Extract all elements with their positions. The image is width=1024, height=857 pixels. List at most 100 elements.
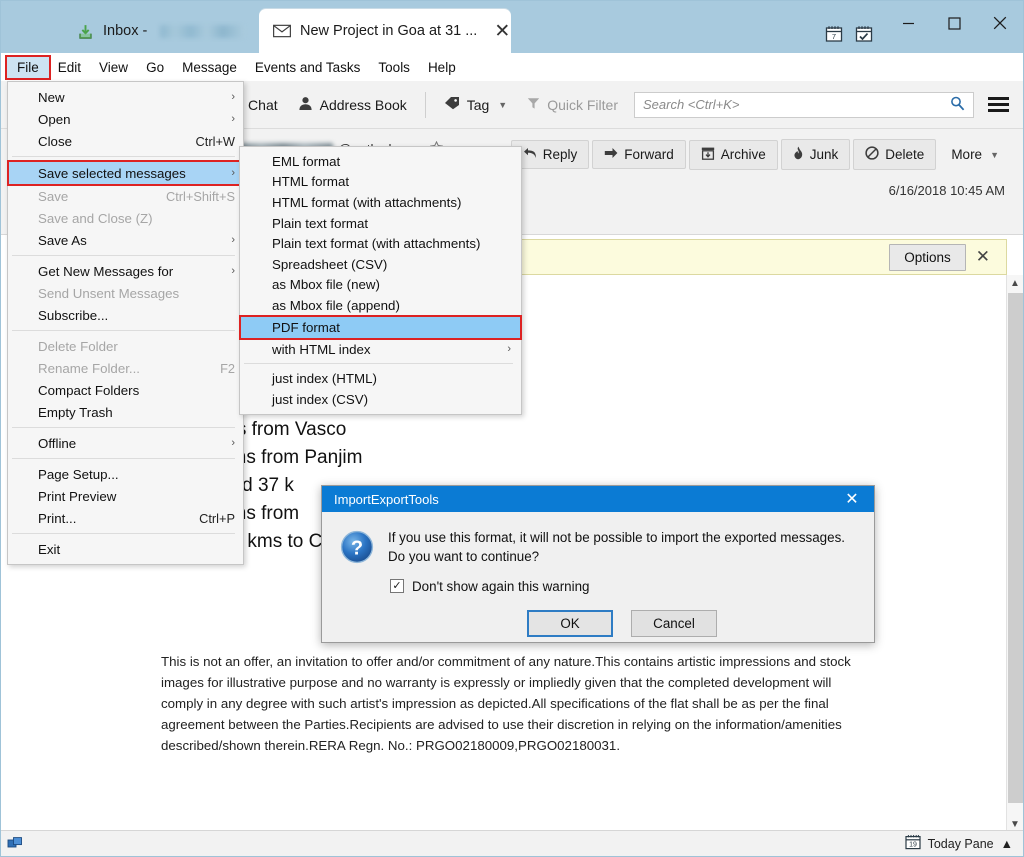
reply-button[interactable]: Reply bbox=[510, 140, 590, 169]
dialog-message-line2: Do you want to continue? bbox=[388, 549, 540, 565]
archive-button[interactable]: Archive bbox=[688, 139, 778, 170]
tag-button[interactable]: Tag ▼ bbox=[434, 91, 518, 118]
menubar-item-go[interactable]: Go bbox=[137, 57, 173, 78]
menu-divider bbox=[12, 427, 235, 428]
dialog-message: If you use this format, it will not be p… bbox=[388, 528, 856, 567]
menubar-item-file[interactable]: File bbox=[5, 54, 51, 80]
file-menu-item-subscribe[interactable]: Subscribe... bbox=[8, 304, 243, 326]
submenu-item-html-format[interactable]: HTML format bbox=[240, 172, 521, 193]
today-pane-toggle[interactable]: 19 Today Pane ▲ bbox=[904, 834, 1023, 853]
dialog-title-bar: ImportExportTools ✕ bbox=[322, 486, 874, 512]
delete-button-label: Delete bbox=[885, 147, 925, 162]
file-menu-item-offline[interactable]: Offline › bbox=[8, 432, 243, 454]
quick-filter-button[interactable]: Quick Filter bbox=[517, 92, 628, 118]
menubar-item-tools[interactable]: Tools bbox=[369, 57, 419, 78]
menubar-item-edit[interactable]: Edit bbox=[49, 57, 90, 78]
submenu-item-pdf-format[interactable]: PDF format bbox=[239, 314, 522, 340]
menu-divider bbox=[12, 255, 235, 256]
svg-text:19: 19 bbox=[909, 842, 917, 849]
address-book-button[interactable]: Address Book bbox=[288, 91, 417, 119]
file-menu-item-exit[interactable]: Exit bbox=[8, 538, 243, 560]
maximize-icon[interactable] bbox=[931, 2, 977, 44]
app-menu-button[interactable] bbox=[988, 97, 1009, 112]
submenu-item-just-index-csv[interactable]: just index (CSV) bbox=[240, 389, 521, 410]
menubar-item-tools-label: Tools bbox=[378, 59, 410, 75]
file-menu-item-page-setup[interactable]: Page Setup... bbox=[8, 463, 243, 485]
chevron-right-icon: › bbox=[231, 234, 235, 246]
submenu-item-html-format-with-attachments[interactable]: HTML format (with attachments) bbox=[240, 192, 521, 213]
close-icon[interactable]: ✕ bbox=[836, 489, 868, 509]
svg-text:?: ? bbox=[351, 538, 363, 560]
quick-filter-label: Quick Filter bbox=[547, 96, 618, 113]
chevron-down-icon: ▼ bbox=[990, 149, 999, 160]
no-entry-icon bbox=[865, 146, 879, 163]
chevron-up-icon[interactable]: ▲ bbox=[1001, 837, 1013, 851]
search-icon[interactable] bbox=[950, 96, 965, 114]
tab-close-icon[interactable]: ✕ bbox=[486, 22, 510, 41]
menubar-item-events-and-tasks[interactable]: Events and Tasks bbox=[246, 57, 370, 78]
file-menu-item-compact-folders[interactable]: Compact Folders bbox=[8, 379, 243, 401]
message-body-scrollbar[interactable]: ▲ ▼ bbox=[1006, 275, 1023, 833]
archive-box-icon bbox=[701, 147, 715, 163]
submenu-item-plain-text-format[interactable]: Plain text format bbox=[240, 213, 521, 234]
tab-inbox[interactable]: Inbox - bbox=[63, 9, 259, 53]
file-menu-item-save-label: Save bbox=[38, 188, 69, 204]
list-item: kms from Panjim bbox=[205, 446, 987, 469]
submenu-item-as-mbox-file-new[interactable]: as Mbox file (new) bbox=[240, 275, 521, 296]
tasks-icon[interactable] bbox=[855, 25, 873, 48]
forward-button[interactable]: Forward bbox=[592, 140, 686, 169]
submenu-item-eml-format-label: EML format bbox=[272, 153, 341, 169]
delete-button[interactable]: Delete bbox=[853, 139, 937, 170]
file-menu-item-new[interactable]: New › bbox=[8, 86, 243, 108]
file-menu-item-save-as[interactable]: Save As › bbox=[8, 229, 243, 251]
submenu-item-as-mbox-file-append-label: as Mbox file (append) bbox=[272, 297, 400, 313]
file-menu-item-save-selected-messages[interactable]: Save selected messages › bbox=[7, 160, 244, 186]
tab-message[interactable]: New Project in Goa at 31 ... ✕ bbox=[259, 9, 511, 53]
dont-show-again-checkbox-label: Don't show again this warning bbox=[412, 578, 590, 594]
search-input[interactable]: Search <Ctrl+K> bbox=[634, 91, 974, 118]
status-bar: 19 Today Pane ▲ bbox=[1, 830, 1023, 856]
reply-button-label: Reply bbox=[542, 147, 578, 162]
ok-button[interactable]: OK bbox=[527, 609, 613, 637]
notification-options-button[interactable]: Options bbox=[889, 243, 966, 271]
menubar-item-message[interactable]: Message bbox=[173, 57, 246, 78]
dialog-message-line1: If you use this format, it will not be p… bbox=[388, 530, 845, 545]
close-icon[interactable]: ✕ bbox=[966, 247, 1000, 267]
submenu-item-spreadsheet-csv[interactable]: Spreadsheet (CSV) bbox=[240, 254, 521, 275]
chevron-right-icon: › bbox=[507, 343, 511, 356]
file-menu-item-print-preview[interactable]: Print Preview bbox=[8, 485, 243, 507]
submenu-item-with-html-index[interactable]: with HTML index › bbox=[240, 339, 521, 360]
calendar-19-icon: 19 bbox=[904, 834, 921, 853]
question-mark-icon: ? bbox=[340, 528, 374, 637]
file-menu-item-close[interactable]: Close Ctrl+W bbox=[8, 130, 243, 152]
file-menu-item-empty-trash[interactable]: Empty Trash bbox=[8, 401, 243, 423]
dialog-body: ? If you use this format, it will not be… bbox=[322, 512, 874, 637]
scrollbar-thumb[interactable] bbox=[1008, 293, 1023, 803]
menubar-item-help[interactable]: Help bbox=[419, 57, 465, 78]
submenu-item-as-mbox-file-new-label: as Mbox file (new) bbox=[272, 277, 380, 293]
submenu-item-plain-text-format-with-attachments[interactable]: Plain text format (with attachments) bbox=[240, 233, 521, 254]
menubar-item-events-and-tasks-label: Events and Tasks bbox=[254, 59, 361, 75]
dont-show-again-checkbox[interactable]: ✓ Don't show again this warning bbox=[390, 579, 856, 594]
archive-button-label: Archive bbox=[720, 147, 766, 162]
file-menu-item-get-new-messages-for[interactable]: Get New Messages for › bbox=[8, 260, 243, 282]
minimize-icon[interactable] bbox=[885, 2, 931, 44]
file-menu-item-print[interactable]: Print... Ctrl+P bbox=[8, 507, 243, 529]
file-menu-item-open[interactable]: Open › bbox=[8, 108, 243, 130]
submenu-item-as-mbox-file-append[interactable]: as Mbox file (append) bbox=[240, 295, 521, 316]
chevron-down-icon: ▼ bbox=[498, 99, 508, 110]
file-menu-item-delete-folder-label: Delete Folder bbox=[38, 338, 118, 354]
submenu-item-eml-format[interactable]: EML format bbox=[240, 151, 521, 172]
submenu-item-just-index-html[interactable]: just index (HTML) bbox=[240, 368, 521, 389]
cancel-button[interactable]: Cancel bbox=[631, 609, 717, 637]
menubar-item-view[interactable]: View bbox=[90, 57, 137, 78]
network-status-icon[interactable] bbox=[1, 835, 24, 852]
calendar-icon[interactable]: 7 bbox=[825, 25, 843, 48]
more-button[interactable]: More ▼ bbox=[939, 140, 1011, 169]
file-menu-item-get-new-messages-for-label: Get New Messages for bbox=[38, 263, 174, 279]
close-icon[interactable] bbox=[977, 2, 1023, 44]
junk-button[interactable]: Junk bbox=[780, 139, 851, 170]
scroll-up-icon[interactable]: ▲ bbox=[1007, 275, 1023, 292]
list-item: ms from Vasco bbox=[205, 418, 987, 441]
file-menu-item-save-accel: Ctrl+Shift+S bbox=[166, 188, 235, 204]
